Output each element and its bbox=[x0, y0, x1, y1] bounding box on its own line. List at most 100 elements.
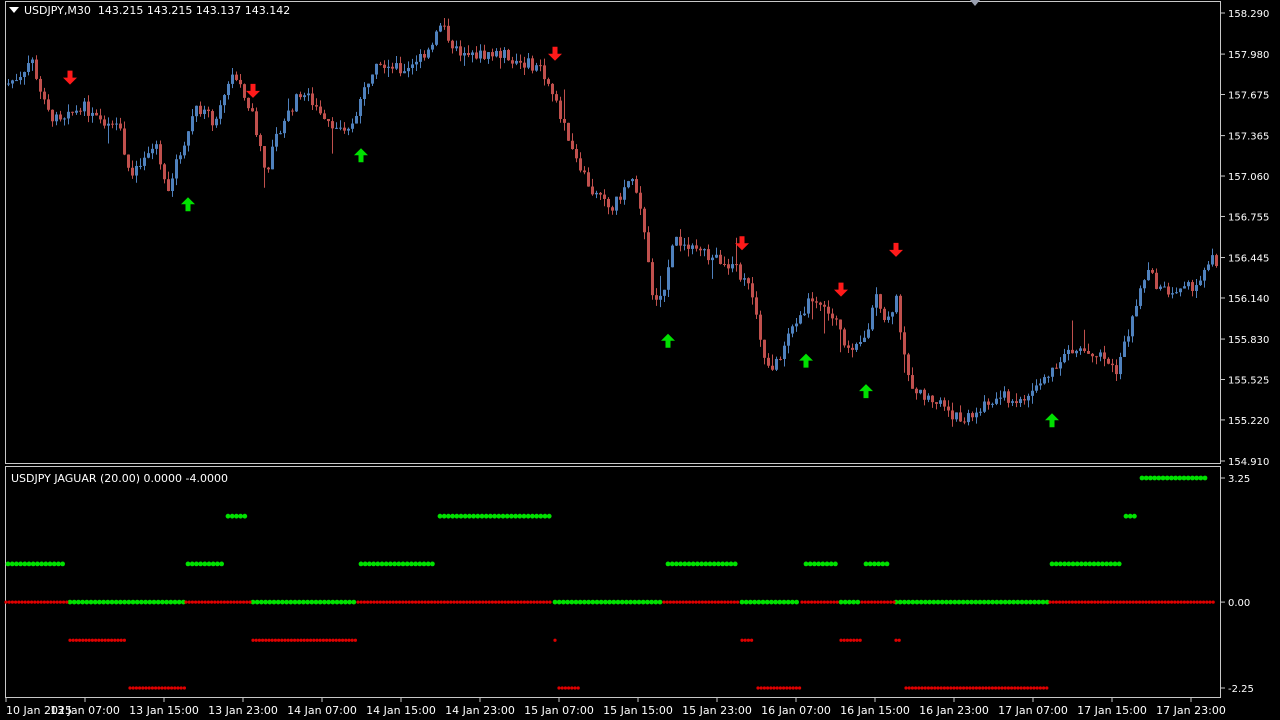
indicator-dot-red bbox=[417, 600, 421, 604]
candle-body bbox=[839, 319, 842, 330]
indicator-dot-red bbox=[398, 600, 402, 604]
indicator-dot-red bbox=[90, 638, 94, 642]
indicator-dot-green bbox=[965, 599, 970, 605]
candle-body bbox=[331, 121, 334, 129]
indicator-dot-green bbox=[92, 599, 98, 605]
indicator-dot-green bbox=[413, 561, 418, 567]
indicator-dot-red bbox=[889, 600, 893, 604]
candle-body bbox=[847, 345, 850, 348]
shift-marker-icon[interactable] bbox=[970, 0, 980, 6]
indicator-dot-red bbox=[87, 638, 91, 642]
indicator-dot-red bbox=[1166, 600, 1170, 604]
indicator-dot-red bbox=[965, 686, 969, 690]
indicator-dot-red bbox=[1160, 600, 1164, 604]
indicator-dot-green bbox=[454, 513, 460, 519]
level-label: 3.25 bbox=[1228, 474, 1250, 485]
candle-body bbox=[807, 298, 810, 314]
indicator-dot-red bbox=[697, 600, 701, 604]
indicator-dot-green bbox=[773, 599, 778, 605]
candle-body bbox=[475, 52, 478, 59]
indicator-dot-red bbox=[366, 600, 370, 604]
candle-body bbox=[51, 109, 54, 122]
indicator-dot-red bbox=[484, 600, 488, 604]
candle-body bbox=[403, 71, 406, 74]
candle-body bbox=[543, 65, 546, 80]
time-label: 17 Jan 07:00 bbox=[998, 704, 1068, 717]
price-label: 156.755 bbox=[1228, 212, 1269, 223]
candle-body bbox=[799, 315, 802, 324]
candle-body bbox=[679, 236, 682, 246]
indicator-dot-green bbox=[716, 561, 721, 567]
down-arrow-icon bbox=[889, 242, 903, 257]
candle-body bbox=[583, 170, 586, 173]
indicator-dot-red bbox=[710, 600, 714, 604]
indicator-dot-green bbox=[292, 599, 298, 605]
candle-body bbox=[395, 63, 398, 69]
indicator-dot-red bbox=[267, 638, 271, 642]
indicator-dot-green bbox=[682, 561, 688, 567]
indicator-dot-green bbox=[441, 513, 447, 519]
indicator-dot-red bbox=[933, 686, 937, 690]
indicator-dot-green bbox=[521, 513, 527, 519]
indicator-dot-green bbox=[807, 561, 813, 567]
candle-body bbox=[43, 91, 46, 100]
up-arrow-icon bbox=[354, 148, 368, 163]
indicator-dot-red bbox=[668, 600, 673, 604]
indicator-dot-red bbox=[926, 686, 931, 690]
candle-body bbox=[119, 123, 122, 129]
indicator-dot-red bbox=[1016, 686, 1020, 690]
indicator-dot-red bbox=[810, 600, 814, 604]
indicator-dot-green bbox=[80, 599, 85, 605]
indicator-dot-red bbox=[729, 600, 733, 604]
candle-body bbox=[803, 313, 806, 316]
candle-body bbox=[827, 306, 830, 314]
indicator-dot-red bbox=[176, 686, 180, 690]
indicator-dot-red bbox=[497, 600, 501, 604]
indicator-dot-red bbox=[78, 638, 82, 642]
candle-body bbox=[1159, 286, 1162, 289]
indicator-dot-green bbox=[794, 599, 799, 605]
candle-body bbox=[815, 301, 818, 303]
candle-body bbox=[83, 101, 86, 112]
indicator-dot-green bbox=[322, 599, 327, 605]
indicator-dot-green bbox=[764, 599, 770, 605]
indicator-dot-green bbox=[375, 561, 381, 567]
indicator-dot-red bbox=[184, 600, 188, 604]
candle-body bbox=[15, 80, 18, 82]
indicator-dot-green bbox=[425, 561, 431, 567]
indicator-dot-red bbox=[1003, 686, 1007, 690]
indicator-dot-red bbox=[526, 600, 530, 604]
indicator-dot-red bbox=[845, 638, 850, 642]
candle-body bbox=[1007, 391, 1010, 403]
indicator-dot-green bbox=[109, 599, 115, 605]
indicator-dot-green bbox=[367, 561, 372, 567]
candle-body bbox=[415, 61, 418, 65]
indicator-dot-red bbox=[832, 600, 836, 604]
candle-body bbox=[471, 52, 474, 56]
indicator-dot-green bbox=[202, 561, 208, 567]
candle-body bbox=[503, 49, 506, 58]
candle-body bbox=[487, 52, 490, 59]
indicator-dot-red bbox=[213, 600, 217, 604]
time-label: 13 Jan 23:00 bbox=[208, 704, 278, 717]
indicator-dot-green bbox=[458, 513, 464, 519]
indicator-dot-green bbox=[301, 599, 306, 605]
indicator-dot-red bbox=[17, 600, 21, 604]
indicator-dot-green bbox=[876, 561, 881, 567]
candle-body bbox=[715, 254, 718, 258]
time-label: 15 Jan 23:00 bbox=[682, 704, 752, 717]
indicator-dot-green bbox=[317, 599, 323, 605]
chart-canvas[interactable]: 158.290 157.980 157.675 157.365 157.060 156.7… bbox=[0, 0, 1280, 720]
indicator-dot-green bbox=[305, 599, 310, 605]
indicator-dot-green bbox=[686, 561, 692, 567]
candle-body bbox=[363, 87, 366, 100]
time-label: 16 Jan 15:00 bbox=[840, 704, 910, 717]
candle-body bbox=[979, 411, 982, 413]
candle-body bbox=[835, 318, 838, 320]
indicator-dot-green bbox=[56, 561, 61, 567]
candle-body bbox=[447, 25, 450, 41]
indicator-dot-green bbox=[998, 599, 1004, 605]
price-label: 156.445 bbox=[1228, 254, 1269, 265]
indicator-dot-green bbox=[5, 561, 11, 567]
dropdown-triangle-icon[interactable] bbox=[9, 7, 19, 13]
